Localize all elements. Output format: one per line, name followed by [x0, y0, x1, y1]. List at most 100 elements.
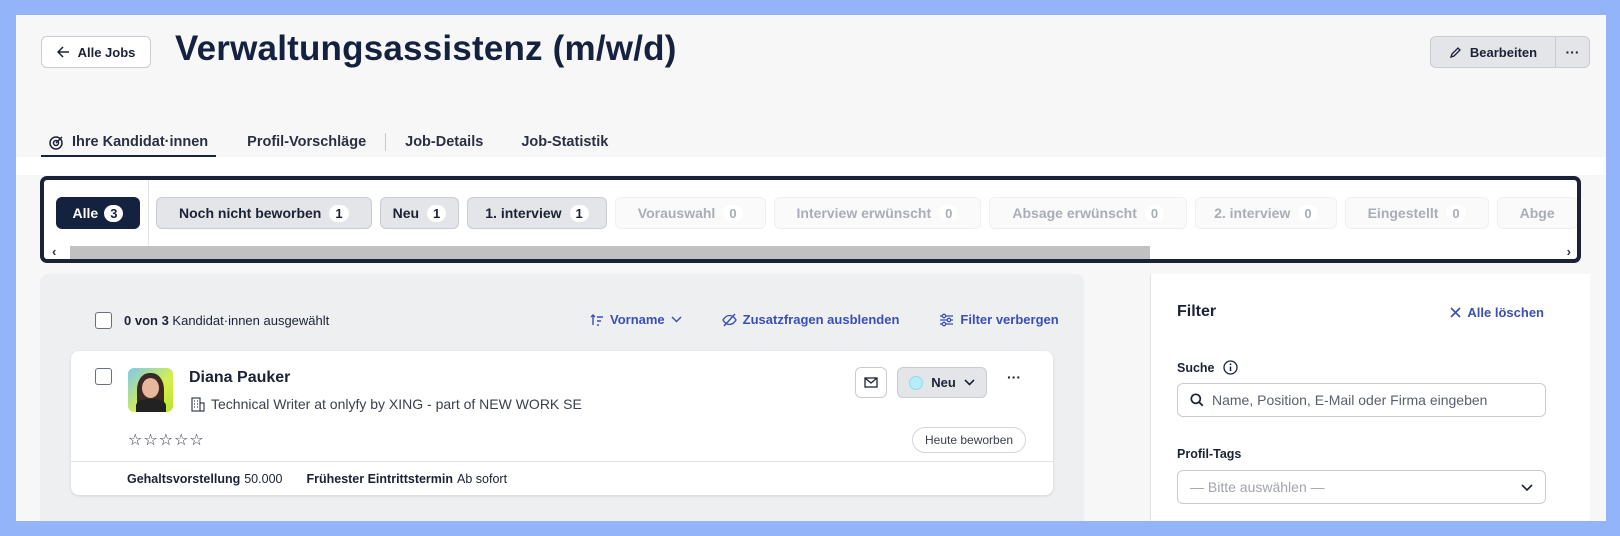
send-mail-button[interactable] [855, 367, 887, 398]
status-chip-all-count: 3 [104, 204, 124, 222]
profile-tags-select[interactable]: — Bitte auswählen — [1177, 470, 1546, 504]
status-chip-count: 1 [329, 204, 349, 222]
candidate-status-label: Neu [931, 375, 956, 390]
tab-job-details[interactable]: Job-Details [386, 127, 502, 157]
arrow-left-icon [56, 46, 69, 58]
status-chip-all-label: Alle [72, 205, 99, 221]
status-chip-count: 0 [939, 204, 959, 222]
sliders-icon [940, 313, 954, 326]
candidate-details-row: Gehaltsvorstellung 50.000 Frühester Eintr… [71, 461, 1053, 495]
status-filter-bar: Alle 3 Noch nicht beworben 1 Neu 1 1. inte… [40, 176, 1581, 263]
search-input[interactable]: Name, Position, E-Mail oder Firma eingeb… [1177, 383, 1546, 417]
applied-badge: Heute beworben [912, 427, 1027, 453]
status-chip-interview-requested[interactable]: Interview erwünscht 0 [773, 197, 982, 229]
chevron-down-icon [671, 316, 682, 323]
start-date-label: Frühester Eintrittstermin [306, 471, 454, 486]
selection-label: Kandidat·innen ausgewählt [172, 313, 330, 328]
status-chip-label: Neu [392, 205, 420, 221]
status-chip-label: Vorauswahl [637, 205, 716, 221]
horizontal-scrollbar[interactable]: ‹ › [50, 244, 1571, 259]
status-chip-label: Eingestellt [1367, 205, 1439, 221]
status-chip-label: Absage erwünscht [1012, 205, 1137, 221]
sort-button[interactable]: Vorname [590, 312, 682, 327]
search-label: Suche [1177, 360, 1215, 375]
hide-questions-label: Zusatzfragen ausblenden [742, 312, 900, 327]
status-chip-count: 0 [1446, 204, 1466, 222]
app-window: Alle Jobs Verwaltungsassistenz (m/w/d) B… [16, 15, 1606, 521]
search-icon [1190, 393, 1204, 407]
filter-title: Filter [1177, 303, 1217, 320]
filter-panel: Filter Alle löschen Suche Name, Position… [1150, 274, 1590, 521]
page-title: Verwaltungsassistenz (m/w/d) [175, 29, 677, 68]
rating-stars[interactable]: ☆☆☆☆☆ [128, 430, 205, 450]
list-actions: Vorname Zusatzfragen ausblenden Filter v… [590, 312, 1059, 327]
status-dot-icon [909, 375, 924, 390]
eye-off-icon [721, 313, 737, 326]
back-label: Alle Jobs [77, 44, 136, 60]
mail-icon [864, 377, 878, 388]
status-chip-count: 0 [1144, 204, 1165, 222]
status-chip-preselection[interactable]: Vorauswahl 0 [614, 197, 766, 229]
more-options-button[interactable]: ··· [1556, 36, 1590, 68]
tags-label: Profil-Tags [1177, 447, 1242, 461]
target-icon [49, 135, 63, 150]
selection-text: 0 von 3 Kandidat·innen ausgewählt [124, 313, 329, 328]
candidate-status-dropdown[interactable]: Neu [897, 367, 987, 398]
close-icon [1450, 307, 1461, 318]
search-label-row: Suche [1177, 360, 1238, 375]
select-all-checkbox[interactable] [95, 312, 112, 329]
status-chip-rejection-requested[interactable]: Absage erwünscht 0 [989, 197, 1188, 229]
status-chip-new[interactable]: Neu 1 [379, 197, 460, 229]
status-chip-interview-2[interactable]: 2. interview 0 [1195, 197, 1337, 229]
back-to-jobs-button[interactable]: Alle Jobs [41, 36, 151, 68]
pencil-icon [1449, 46, 1461, 58]
sort-label: Vorname [610, 312, 665, 327]
candidate-card[interactable]: Diana Pauker Technical Writer at onlyfy … [71, 351, 1053, 495]
info-icon[interactable] [1222, 360, 1238, 375]
start-date-field: Frühester Eintrittstermin Ab sofort [306, 472, 507, 486]
status-chip-count: 1 [569, 204, 589, 222]
edit-label: Bearbeiten [1469, 44, 1538, 60]
job-tabs: Ihre Kandidat·innen Profil-Vorschläge Jo… [41, 127, 627, 158]
status-chip-label: 1. interview [485, 205, 562, 221]
tab-job-statistics[interactable]: Job-Statistik [502, 127, 627, 157]
status-chip-hired[interactable]: Eingestellt 0 [1344, 197, 1489, 229]
profile-tags-placeholder: — Bitte auswählen — [1190, 479, 1325, 495]
tab-candidates-label: Ihre Kandidat·innen [72, 134, 209, 150]
scrollbar-thumb[interactable] [70, 246, 1150, 259]
status-chip-all[interactable]: Alle 3 [56, 197, 140, 229]
selection-count: 0 von 3 [124, 313, 169, 328]
edit-group: Bearbeiten ··· [1430, 36, 1590, 68]
status-chip-label: Abge [1519, 205, 1555, 221]
status-chip-label: Noch nicht beworben [179, 205, 322, 221]
candidate-checkbox[interactable] [95, 368, 112, 385]
start-date-value: Ab sofort [457, 471, 508, 486]
tab-profile-suggestions[interactable]: Profil-Vorschläge [216, 127, 385, 157]
candidate-name[interactable]: Diana Pauker [189, 369, 290, 387]
status-chip-list: Noch nicht beworben 1 Neu 1 1. interview 1 … [156, 197, 1577, 229]
scroll-left-icon[interactable]: ‹ [52, 244, 56, 259]
salary-label: Gehaltsvorstellung [127, 471, 241, 486]
status-chip-rejected[interactable]: Abge [1496, 197, 1577, 229]
candidate-more-button[interactable]: ··· [1007, 369, 1021, 385]
search-placeholder: Name, Position, E-Mail oder Firma eingeb… [1212, 392, 1488, 408]
building-icon [191, 396, 205, 412]
status-chip-not-applied[interactable]: Noch nicht beworben 1 [156, 197, 372, 229]
status-chip-count: 0 [1298, 204, 1318, 222]
salary-field: Gehaltsvorstellung 50.000 [127, 472, 282, 486]
edit-button[interactable]: Bearbeiten [1430, 36, 1556, 68]
status-chip-label: 2. interview [1214, 205, 1291, 221]
hide-questions-button[interactable]: Zusatzfragen ausblenden [721, 312, 900, 327]
status-chip-label: Interview erwünscht [796, 205, 932, 221]
scroll-right-icon[interactable]: › [1567, 244, 1571, 259]
status-chip-interview-1[interactable]: 1. interview 1 [467, 197, 607, 229]
chevron-down-icon [1521, 483, 1533, 491]
selection-row: 0 von 3 Kandidat·innen ausgewählt [95, 312, 329, 329]
status-chip-count: 1 [427, 204, 447, 222]
candidate-position: Technical Writer at onlyfy by XING - par… [191, 396, 582, 412]
salary-value: 50.000 [244, 471, 283, 486]
hide-filter-button[interactable]: Filter verbergen [939, 312, 1059, 327]
tab-candidates[interactable]: Ihre Kandidat·innen [41, 127, 217, 158]
clear-all-filters-button[interactable]: Alle löschen [1450, 305, 1544, 320]
tabs-underline-band [16, 157, 1606, 175]
